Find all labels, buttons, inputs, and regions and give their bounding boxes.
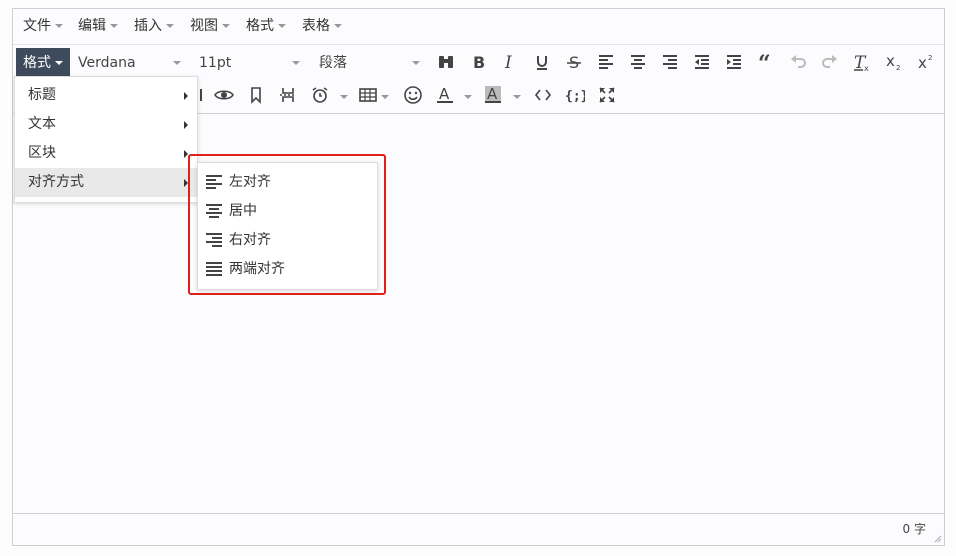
align-center-icon[interactable] [626, 50, 650, 74]
text-color-icon[interactable]: A [433, 83, 457, 107]
table-icon[interactable] [356, 83, 380, 107]
chevron-down-icon [55, 24, 63, 28]
svg-text:S: S [569, 53, 579, 71]
format-dropdown-button[interactable]: 格式 [16, 48, 70, 78]
menu-view-label: 视图 [190, 18, 218, 34]
chevron-right-icon [184, 92, 188, 100]
subscript-icon[interactable]: x2 [882, 50, 906, 74]
menu-table[interactable]: 表格 [302, 9, 342, 44]
format-menu-item-alignment[interactable]: 对齐方式 [15, 168, 197, 197]
svg-text:I: I [504, 53, 512, 71]
preview-eye-icon[interactable] [212, 83, 236, 107]
fullscreen-icon[interactable] [595, 83, 619, 107]
chevron-down-icon [173, 61, 181, 65]
font-family-select[interactable]: Verdana [78, 48, 181, 78]
chevron-right-icon [184, 121, 188, 129]
underline-icon[interactable] [530, 50, 554, 74]
svg-text:A: A [439, 85, 450, 103]
menu-view[interactable]: 视图 [190, 9, 230, 44]
outdent-icon[interactable] [690, 50, 714, 74]
svg-text:x: x [886, 52, 895, 70]
chevron-down-icon[interactable] [340, 95, 348, 99]
strikethrough-icon[interactable]: S [562, 50, 586, 74]
font-size-select[interactable]: 11pt [199, 48, 300, 78]
chevron-down-icon [222, 24, 230, 28]
svg-text:A: A [487, 85, 498, 103]
menu-insert[interactable]: 插入 [134, 9, 174, 44]
redo-icon[interactable] [818, 50, 842, 74]
chevron-down-icon[interactable] [464, 95, 472, 99]
menu-format[interactable]: 格式 [246, 9, 286, 44]
indent-icon[interactable] [722, 50, 746, 74]
svg-text:2: 2 [928, 54, 932, 62]
chevron-down-icon [55, 61, 63, 65]
format-menu-item-label: 对齐方式 [28, 174, 84, 190]
svg-text:{;}: {;} [565, 89, 585, 104]
blockquote-icon[interactable]: “ [754, 50, 778, 74]
word-count: 0 字 [902, 522, 926, 536]
format-menu-item-block[interactable]: 区块 [15, 139, 197, 168]
find-replace-icon[interactable] [434, 50, 458, 74]
font-size-value: 11pt [199, 55, 232, 71]
chevron-down-icon [334, 24, 342, 28]
svg-text:“: “ [758, 53, 771, 71]
menu-insert-label: 插入 [134, 18, 162, 34]
svg-text:2: 2 [896, 64, 900, 72]
chevron-down-icon [412, 61, 420, 65]
chevron-down-icon [278, 24, 286, 28]
chevron-down-icon [166, 24, 174, 28]
align-left-icon[interactable] [594, 50, 618, 74]
clear-formatting-icon[interactable]: Tx [850, 50, 874, 74]
menubar: 文件 编辑 插入 视图 格式 表格 [13, 9, 944, 45]
bookmark-icon[interactable] [244, 83, 268, 107]
menu-table-label: 表格 [302, 18, 330, 34]
menu-file-label: 文件 [23, 18, 51, 34]
format-menu-item-label: 区块 [28, 145, 56, 161]
menu-file[interactable]: 文件 [23, 9, 63, 44]
format-menu-item-heading[interactable]: 标题 [15, 81, 197, 110]
chevron-down-icon[interactable] [513, 95, 521, 99]
undo-icon[interactable] [786, 50, 810, 74]
italic-icon[interactable]: I [498, 50, 522, 74]
format-menu-item-text[interactable]: 文本 [15, 110, 197, 139]
format-dropdown-label: 格式 [23, 55, 51, 71]
menu-edit-label: 编辑 [78, 18, 106, 34]
format-menu-item-label: 标题 [28, 87, 56, 103]
source-code-icon[interactable] [531, 83, 555, 107]
format-menu: 标题 文本 区块 对齐方式 [14, 76, 198, 203]
page-break-icon[interactable] [276, 83, 300, 107]
format-menu-item-label: 文本 [28, 116, 56, 132]
chevron-down-icon [292, 61, 300, 65]
chevron-down-icon [110, 24, 118, 28]
highlight-box [188, 154, 386, 295]
block-format-select[interactable]: 段落 [319, 48, 420, 78]
chevron-down-icon[interactable] [381, 95, 389, 99]
menu-edit[interactable]: 编辑 [78, 9, 118, 44]
menu-format-label: 格式 [246, 18, 274, 34]
align-right-icon[interactable] [658, 50, 682, 74]
svg-text:x: x [864, 64, 869, 72]
svg-text:B: B [473, 53, 485, 71]
block-format-value: 段落 [319, 55, 347, 71]
superscript-icon[interactable]: x2 [914, 50, 938, 74]
alarm-clock-icon[interactable] [308, 83, 332, 107]
svg-text:x: x [918, 54, 927, 72]
statusbar: 0 字 [13, 513, 944, 545]
background-color-icon[interactable]: A [481, 83, 505, 107]
code-sample-icon[interactable]: {;} [563, 83, 587, 107]
resize-handle-icon[interactable] [934, 535, 942, 543]
font-family-value: Verdana [78, 55, 136, 71]
emoticon-icon[interactable] [401, 83, 425, 107]
bold-icon[interactable]: B [466, 50, 490, 74]
